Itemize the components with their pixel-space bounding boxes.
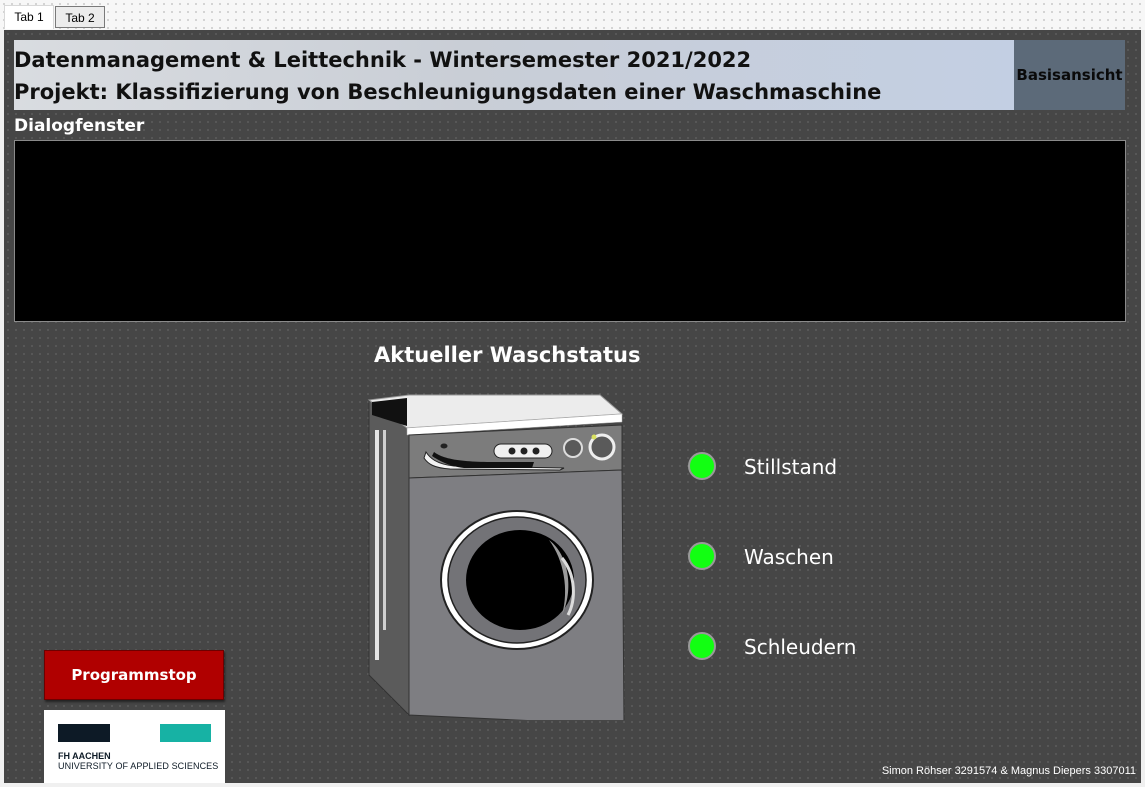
tab-2[interactable]: Tab 2 [55,6,105,28]
indicator-schleudern [688,632,716,660]
basisansicht-button[interactable]: Basisansicht [1014,40,1125,110]
indicator-stillstand [688,452,716,480]
indicator-label-schleudern: Schleudern [744,635,857,659]
page-title: Datenmanagement & Leittechnik - Winterse… [14,48,752,72]
header-banner: Datenmanagement & Leittechnik - Winterse… [14,40,1014,110]
programmstop-button[interactable]: Programmstop [44,650,224,700]
logo-text-line1: FH AACHEN [58,751,111,761]
credits-text: Simon Röhser 3291574 & Magnus Diepers 33… [881,765,1136,777]
dialog-window [14,140,1126,322]
main-panel: Datenmanagement & Leittechnik - Winterse… [4,30,1141,783]
washing-machine-illustration [367,394,625,720]
fh-aachen-logo: FH AACHEN UNIVERSITY OF APPLIED SCIENCES [44,710,225,783]
indicator-waschen [688,542,716,570]
indicator-label-waschen: Waschen [744,545,834,569]
wash-status-title: Aktueller Waschstatus [374,343,641,367]
indicator-label-stillstand: Stillstand [744,455,838,479]
logo-bar-teal [160,724,211,742]
logo-bar-dark [58,724,110,742]
project-title: Projekt: Klassifizierung von Beschleunig… [14,80,882,104]
tab-strip: Tab 1 Tab 2 [0,0,1145,30]
logo-text-line2: UNIVERSITY OF APPLIED SCIENCES [58,761,219,771]
tab-1[interactable]: Tab 1 [4,5,54,29]
dialog-label: Dialogfenster [14,116,145,136]
